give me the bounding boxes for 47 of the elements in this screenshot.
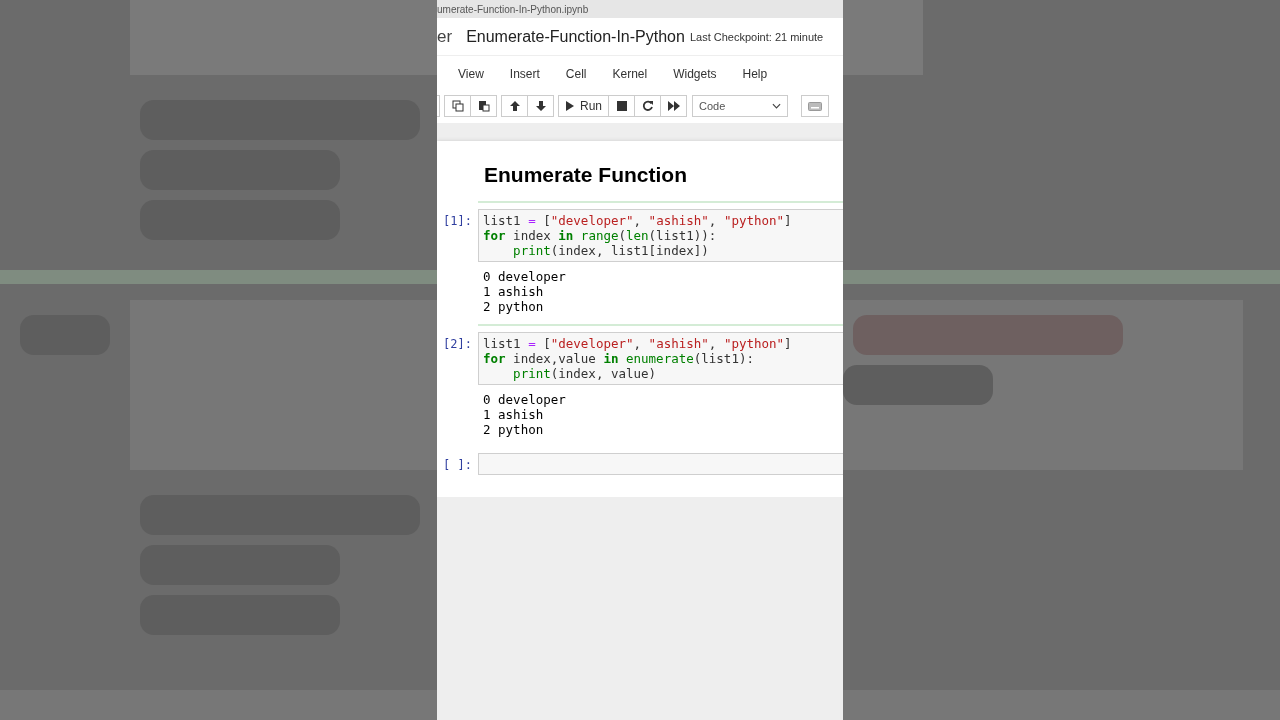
fast-forward-icon [667,100,680,112]
caret-icon [772,103,781,109]
notebook-heading: Enumerate Function [484,163,689,187]
checkpoint-text: Last Checkpoint: 21 minute [689,30,824,43]
cell-type-dropdown[interactable]: Code [692,95,788,117]
move-down-button[interactable] [527,95,554,117]
output-line: 1 ashish [483,407,545,422]
output-line: 0 developer [483,392,567,407]
code-input[interactable]: list1 = ["developer", "ashish", "python"] for index in range(len(list1)): print(index, list1[index]) [478,209,843,262]
menu-item[interactable]: Kernel [599,66,661,81]
code-line: for index in range(len(list1)): [483,228,718,243]
logo-text: er [437,26,453,47]
menu-item[interactable]: Widgets [660,66,730,81]
restart-button[interactable] [634,95,661,117]
restart-icon [641,100,654,112]
input-prompt: [ ]: [443,457,473,472]
code-line: for index,value in enumerate(list1): [483,351,755,366]
keyboard-icon [808,101,822,111]
stop-button[interactable] [608,95,635,117]
run-button[interactable]: Run [558,95,609,117]
input-prompt: [2]: [443,336,473,351]
code-line: print(index, value) [512,366,658,381]
arrow-down-icon [534,100,547,112]
notebook-name[interactable]: Enumerate-Function-In-Python [466,27,685,46]
output-line: 2 python [483,299,545,314]
move-up-button[interactable] [501,95,528,117]
code-input[interactable] [478,453,843,475]
paste-button[interactable] [470,95,497,117]
arrow-up-icon [508,100,521,112]
output-line: 0 developer [483,269,567,284]
menu-item[interactable]: View [445,66,497,81]
menu-item[interactable]: Help [729,66,781,81]
code-line: print(index, list1[index]) [512,243,710,258]
output-line: 1 ashish [483,284,545,299]
play-icon [565,101,575,111]
input-prompt: [1]: [443,213,473,228]
output-line: 2 python [483,422,545,437]
paste-icon [477,100,490,112]
keyboard-button[interactable] [801,95,829,117]
menu-item[interactable]: Insert [496,66,553,81]
stop-icon [616,101,627,111]
code-line: list1 = ["developer", "ashish", "python"] [483,213,793,228]
code-input[interactable]: list1 = ["developer", "ashish", "python"] for index,value in enumerate(list1): print(index, value) [478,332,843,385]
menu-item[interactable]: Cell [552,66,600,81]
code-line: list1 = ["developer", "ashish", "python"] [483,336,793,351]
copy-icon [451,100,464,112]
fast-forward-button[interactable] [660,95,687,117]
